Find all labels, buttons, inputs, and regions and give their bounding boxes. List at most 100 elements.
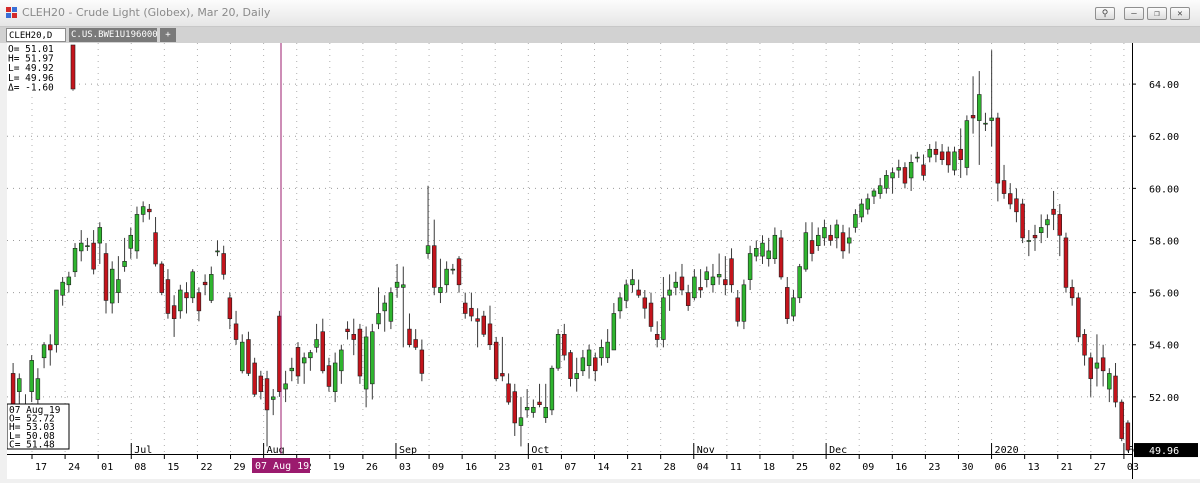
candle-body	[1069, 287, 1075, 299]
time-tick-label: 01	[101, 462, 113, 473]
time-tick-label: 07	[564, 462, 576, 473]
quote-row: Δ= -1.60	[8, 82, 54, 93]
app-logo-icon	[6, 7, 17, 18]
candle-body	[840, 232, 846, 252]
time-tick-label: 11	[730, 462, 742, 473]
candle-body	[846, 237, 852, 244]
candle-body	[1008, 193, 1013, 205]
candle-body	[877, 185, 883, 194]
maximize-button[interactable]: ❐	[1147, 7, 1167, 20]
candle-body	[134, 214, 140, 252]
month-label: 2020	[995, 445, 1019, 456]
candle-body	[1119, 401, 1124, 439]
candle-body	[1100, 357, 1106, 372]
candle-body	[630, 279, 635, 286]
candle-body	[320, 331, 325, 372]
candle-body	[60, 281, 65, 296]
time-tick-label: 03	[399, 462, 411, 473]
candle-body	[797, 266, 802, 299]
candle-body	[462, 302, 468, 314]
candle-body	[580, 357, 586, 372]
chart-area[interactable]: 52.00 54.00 56.00 58.00 60.00 62.00 64.00 17 24 0…	[6, 43, 1200, 479]
candle-body	[295, 347, 301, 377]
candle	[549, 365, 555, 416]
candle-body	[438, 287, 443, 293]
candle-body	[159, 263, 164, 293]
candle-body	[747, 253, 753, 280]
candle-body	[970, 115, 976, 119]
candle	[797, 263, 802, 304]
candle	[1125, 420, 1131, 452]
candle	[1119, 399, 1124, 442]
time-tick-label: 29	[234, 462, 246, 473]
candle-body	[10, 373, 16, 408]
price-chart[interactable]: 52.00 54.00 56.00 58.00 60.00 62.00 64.00 17 24 0…	[6, 43, 1200, 479]
candle-body	[692, 276, 697, 299]
month-label: Aug	[267, 445, 285, 456]
time-tick-label: 01	[531, 462, 543, 473]
price-axis-background	[1132, 43, 1200, 479]
candle-body	[506, 383, 511, 403]
add-tab-button[interactable]: +	[160, 28, 176, 42]
candle-body	[958, 148, 963, 160]
candle-body	[264, 378, 270, 411]
candle-body	[896, 167, 901, 171]
candle-body	[729, 258, 734, 286]
candle-body	[685, 292, 691, 306]
candle-body	[308, 352, 313, 359]
candle-body	[648, 302, 654, 327]
candle-body	[357, 328, 363, 377]
candle-body	[834, 224, 840, 239]
candle-body	[79, 242, 84, 252]
time-tick-label: 30	[961, 462, 973, 473]
candle-body	[128, 234, 133, 249]
candle-body	[85, 245, 90, 247]
time-tick-label: 24	[68, 462, 80, 473]
candle-body	[493, 341, 499, 379]
candle-body	[921, 164, 926, 176]
candle-body	[853, 214, 858, 228]
candle-body	[624, 284, 629, 301]
candle-body	[153, 232, 158, 265]
candle-body	[531, 406, 536, 413]
close-button[interactable]: ✕	[1170, 7, 1190, 20]
window-titlebar: CLEH20 - Crude Light (Globex), Mar 20, D…	[0, 0, 1200, 27]
candle	[190, 269, 195, 304]
candle-body	[642, 297, 648, 309]
last-price-label: 49.96	[1149, 446, 1179, 457]
candle-body	[202, 281, 208, 286]
candle-body	[171, 305, 177, 319]
candle-body	[301, 357, 307, 364]
candle-body	[661, 297, 666, 340]
price-tick-label: 56.00	[1149, 289, 1179, 300]
candle	[252, 357, 257, 397]
candle-body	[370, 331, 375, 385]
candle-body	[314, 339, 319, 348]
candle-body	[599, 347, 604, 359]
window-title: CLEH20 - Crude Light (Globex), Mar 20, D…	[22, 6, 271, 19]
candle-body	[487, 323, 493, 346]
time-tick-label: 13	[1028, 462, 1040, 473]
price-tick-label: 60.00	[1149, 184, 1179, 195]
minimize-button[interactable]: –	[1124, 7, 1144, 20]
time-tick-label: 17	[35, 462, 47, 473]
candle-body	[679, 276, 685, 291]
candle-body	[723, 279, 728, 286]
candle-body	[394, 281, 400, 288]
candle-body	[549, 367, 555, 411]
time-tick-label: 16	[895, 462, 907, 473]
candle-body	[345, 328, 350, 333]
candle	[1063, 232, 1069, 293]
link-button[interactable]: ⚲	[1095, 7, 1115, 20]
candle-body	[1076, 297, 1081, 338]
candle-body	[617, 297, 623, 312]
candle-body	[1057, 214, 1062, 236]
tab-cleh20[interactable]: CLEH20,D	[6, 28, 66, 42]
time-tick-label: 09	[862, 462, 874, 473]
tab-brent-spread[interactable]: C.US.BWE1U196000,WW	[69, 28, 157, 42]
candle	[964, 115, 970, 176]
candle-body	[425, 245, 431, 254]
candle-body	[562, 334, 567, 356]
candle-body	[382, 302, 387, 312]
price-tick-label: 54.00	[1149, 341, 1179, 352]
